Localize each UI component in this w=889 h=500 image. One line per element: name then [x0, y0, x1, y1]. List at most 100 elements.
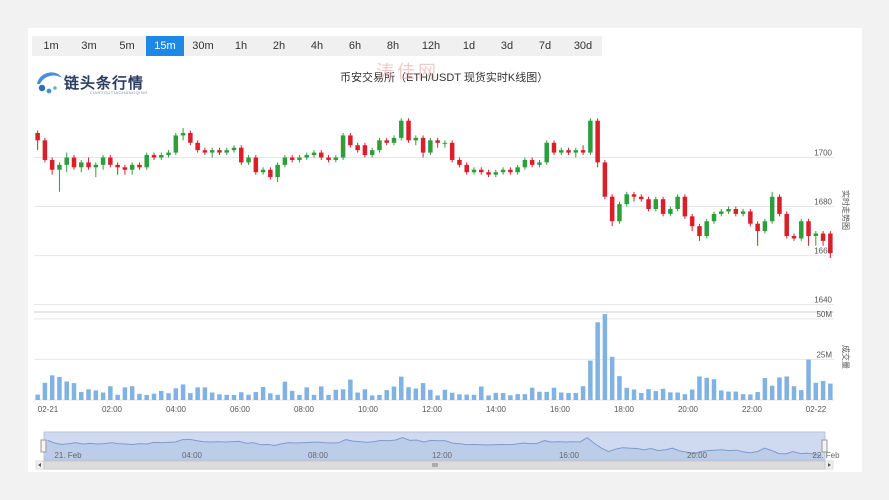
scrollbar[interactable] — [35, 460, 834, 470]
volume-bar — [493, 392, 499, 400]
candle-body — [282, 157, 288, 165]
volume-bar — [820, 380, 826, 400]
volume-bar — [551, 387, 557, 400]
volume-bar — [129, 386, 135, 400]
navigator-tick-label: 21. Feb — [54, 451, 82, 460]
volume-bar — [806, 359, 811, 400]
candle-body — [639, 196, 644, 200]
volume-bar — [755, 392, 760, 400]
volume-bar — [711, 379, 717, 400]
volume-bar — [479, 386, 484, 400]
price-tick-label: 1700 — [814, 149, 832, 158]
candle-body — [231, 147, 237, 151]
price-tick-label: 1640 — [814, 296, 832, 305]
candle-body — [588, 120, 593, 153]
candle-body — [602, 162, 608, 197]
candle-body — [609, 196, 615, 222]
volume-bar — [399, 376, 404, 400]
volume-bar — [340, 389, 346, 400]
x-tick-label: 22:00 — [742, 405, 763, 414]
candle-body — [413, 137, 419, 141]
candle-body — [93, 164, 99, 168]
candle-body — [471, 169, 477, 173]
candle-body — [355, 145, 360, 151]
volume-bar — [239, 392, 244, 400]
candle-body — [340, 135, 346, 158]
candle-body — [289, 157, 295, 160]
candle-body — [297, 157, 302, 160]
candle-body — [144, 155, 149, 168]
candle-body — [333, 157, 339, 160]
volume-bar — [268, 393, 273, 400]
volume-bar — [726, 391, 731, 400]
volume-bar — [828, 383, 833, 400]
candle-body — [151, 155, 157, 158]
volume-bar — [304, 387, 309, 400]
price-axis-title: 实时走势图 — [841, 190, 851, 230]
volume-bar — [297, 394, 302, 400]
candle-body — [399, 120, 404, 138]
volume-bar — [602, 314, 608, 400]
candle-body — [493, 172, 499, 175]
candle-body — [166, 152, 171, 156]
x-tick-label: 06:00 — [230, 405, 251, 414]
volume-bar — [224, 394, 229, 400]
candle-body — [653, 199, 659, 209]
volume-bar — [333, 389, 339, 400]
candle-body — [820, 233, 826, 241]
navigator[interactable]: 21. Feb 04:00 08:00 12:00 16:00 20:00 22. Feb — [40, 431, 840, 461]
candle-body — [748, 211, 753, 224]
candle-body — [428, 140, 433, 153]
navigator-left-handle[interactable] — [40, 439, 47, 453]
volume-bar — [108, 386, 113, 400]
candle-body — [100, 157, 106, 165]
volume-bar — [653, 391, 659, 400]
candle-body — [57, 164, 62, 170]
volume-tick-label: 50M — [816, 310, 832, 319]
candle-body — [406, 120, 411, 141]
candle-body — [49, 159, 55, 170]
candle-body — [79, 162, 84, 168]
volume-bar — [311, 394, 317, 400]
candle-body — [704, 221, 709, 236]
volume-bar — [260, 387, 266, 400]
candle-body — [159, 155, 164, 158]
volume-bar — [588, 360, 593, 400]
candle-body — [631, 194, 637, 197]
candle-body — [217, 150, 222, 153]
volume-bar — [369, 395, 375, 400]
candle-body — [122, 167, 128, 170]
volume-bar — [122, 387, 128, 400]
volume-bar — [209, 392, 215, 400]
volume-bar — [617, 376, 622, 400]
volume-bar — [595, 322, 600, 400]
navigator-tick-label: 08:00 — [308, 451, 329, 460]
volume-bar — [289, 390, 295, 400]
volume-bar — [362, 389, 368, 400]
price-tick-label: 1680 — [814, 198, 832, 207]
candle-body — [682, 196, 688, 217]
candle-body — [537, 162, 542, 165]
volume-bar — [144, 394, 149, 400]
candle-body — [435, 140, 440, 143]
candle-body — [420, 137, 426, 153]
volume-bar — [195, 387, 200, 400]
candle-body — [348, 135, 353, 146]
volume-bar — [282, 381, 288, 400]
candle-body — [711, 213, 717, 222]
volume-bar — [769, 385, 775, 400]
volume-bar — [420, 383, 426, 400]
candle-body — [180, 132, 186, 136]
candlestick-chart: 164016601680170025M50M实时走势图成交量02-21 02:00… — [34, 118, 851, 470]
candle-body — [740, 211, 746, 214]
candle-body — [362, 145, 368, 156]
volume-bar — [86, 389, 91, 400]
scrollbar-thumb[interactable] — [43, 460, 826, 470]
candle-body — [573, 150, 579, 153]
volume-bar — [384, 390, 389, 400]
volume-bar — [784, 376, 789, 400]
candle-body — [544, 142, 549, 163]
volume-bar — [159, 390, 164, 400]
volume-bar — [508, 395, 513, 400]
candle-body — [617, 204, 622, 222]
